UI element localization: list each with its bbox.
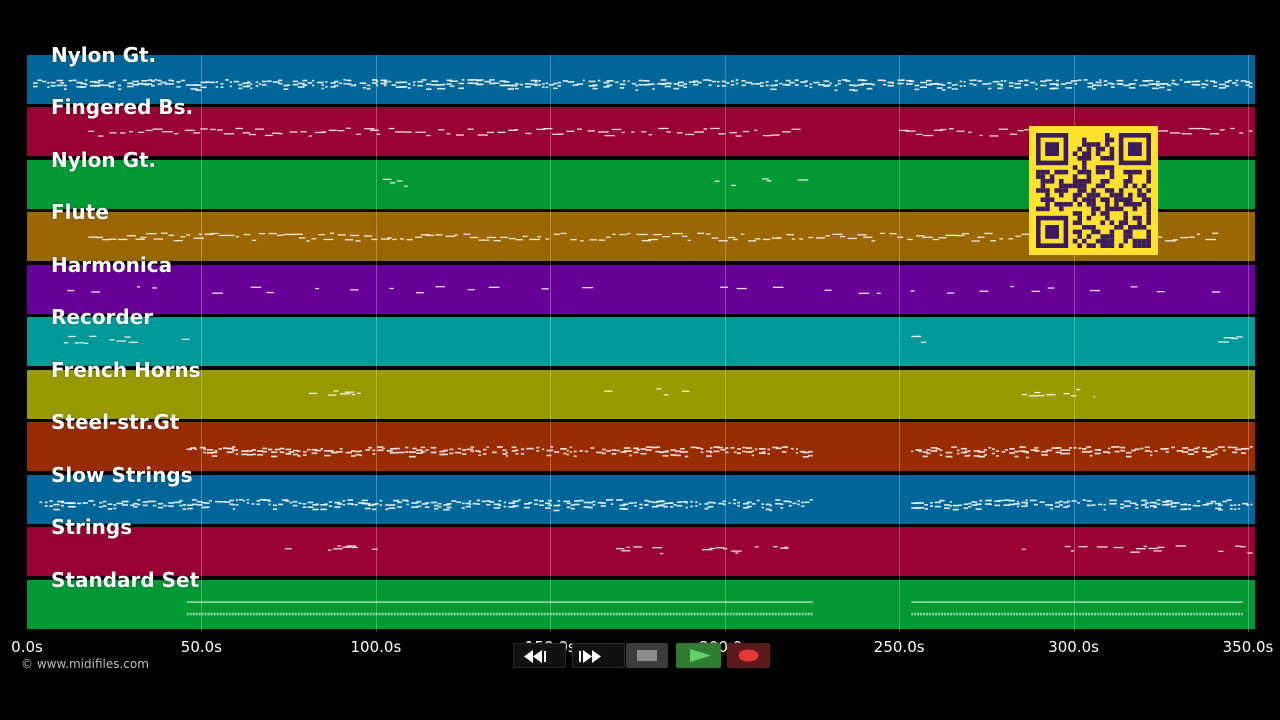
track-label: Standard Set xyxy=(51,568,200,592)
time-tick-label: 300.0s xyxy=(1048,638,1099,656)
transport-controls xyxy=(511,643,771,668)
time-tick-label: 250.0s xyxy=(873,638,925,656)
stop-icon xyxy=(637,650,657,661)
track-lane xyxy=(27,55,1255,104)
copyright-text: © www.midifiles.com xyxy=(21,657,149,671)
track-lane xyxy=(27,370,1255,419)
track-label: French Horns xyxy=(51,358,201,382)
play-button[interactable] xyxy=(676,643,721,668)
grid-line xyxy=(201,55,203,632)
track-label: Steel-str.Gt xyxy=(51,410,180,434)
grid-line xyxy=(899,55,901,632)
note-roll xyxy=(186,601,1243,616)
track-lane xyxy=(27,475,1255,524)
record-button[interactable] xyxy=(727,643,770,668)
time-tick-label: 50.0s xyxy=(180,638,222,656)
note-roll xyxy=(67,285,1221,294)
track-lane xyxy=(27,265,1255,314)
track-lane xyxy=(27,317,1255,366)
grid-line xyxy=(375,55,377,632)
track-lane xyxy=(27,422,1255,471)
midi-visualizer: Nylon Gt. Fingered Bs. Nylon Gt. Flute Harmo… xyxy=(0,0,1280,720)
note-roll xyxy=(63,335,1243,344)
time-tick-label: 350.0s xyxy=(1222,638,1274,656)
track-lane xyxy=(27,527,1255,576)
rewind-button[interactable] xyxy=(513,643,566,668)
stop-button[interactable] xyxy=(626,643,668,668)
track-label: Fingered Bs. xyxy=(51,95,194,119)
note-roll xyxy=(284,545,1253,555)
grid-line xyxy=(724,55,726,632)
grid-line xyxy=(550,55,552,632)
track-label: Harmonica xyxy=(51,253,173,277)
fast-forward-button[interactable] xyxy=(572,643,625,668)
fast-forward-icon xyxy=(579,650,601,663)
play-icon xyxy=(690,649,711,662)
time-tick-label: 100.0s xyxy=(350,638,402,656)
note-roll xyxy=(308,388,1096,398)
note-roll xyxy=(186,446,1253,459)
time-tick-label: 0.0s xyxy=(11,638,43,656)
note-roll xyxy=(33,79,1253,92)
track-label: Nylon Gt. xyxy=(51,148,157,172)
qr-code-image xyxy=(1029,126,1158,255)
record-icon xyxy=(738,649,759,662)
track-label: Slow Strings xyxy=(51,463,193,487)
track-label: Nylon Gt. xyxy=(51,43,157,67)
note-roll xyxy=(39,499,1253,512)
track-lane xyxy=(27,580,1255,629)
track-label: Flute xyxy=(51,200,109,224)
grid-line xyxy=(1248,55,1249,632)
track-label: Recorder xyxy=(51,305,154,329)
track-label: Strings xyxy=(51,515,133,539)
rewind-icon xyxy=(524,650,546,663)
